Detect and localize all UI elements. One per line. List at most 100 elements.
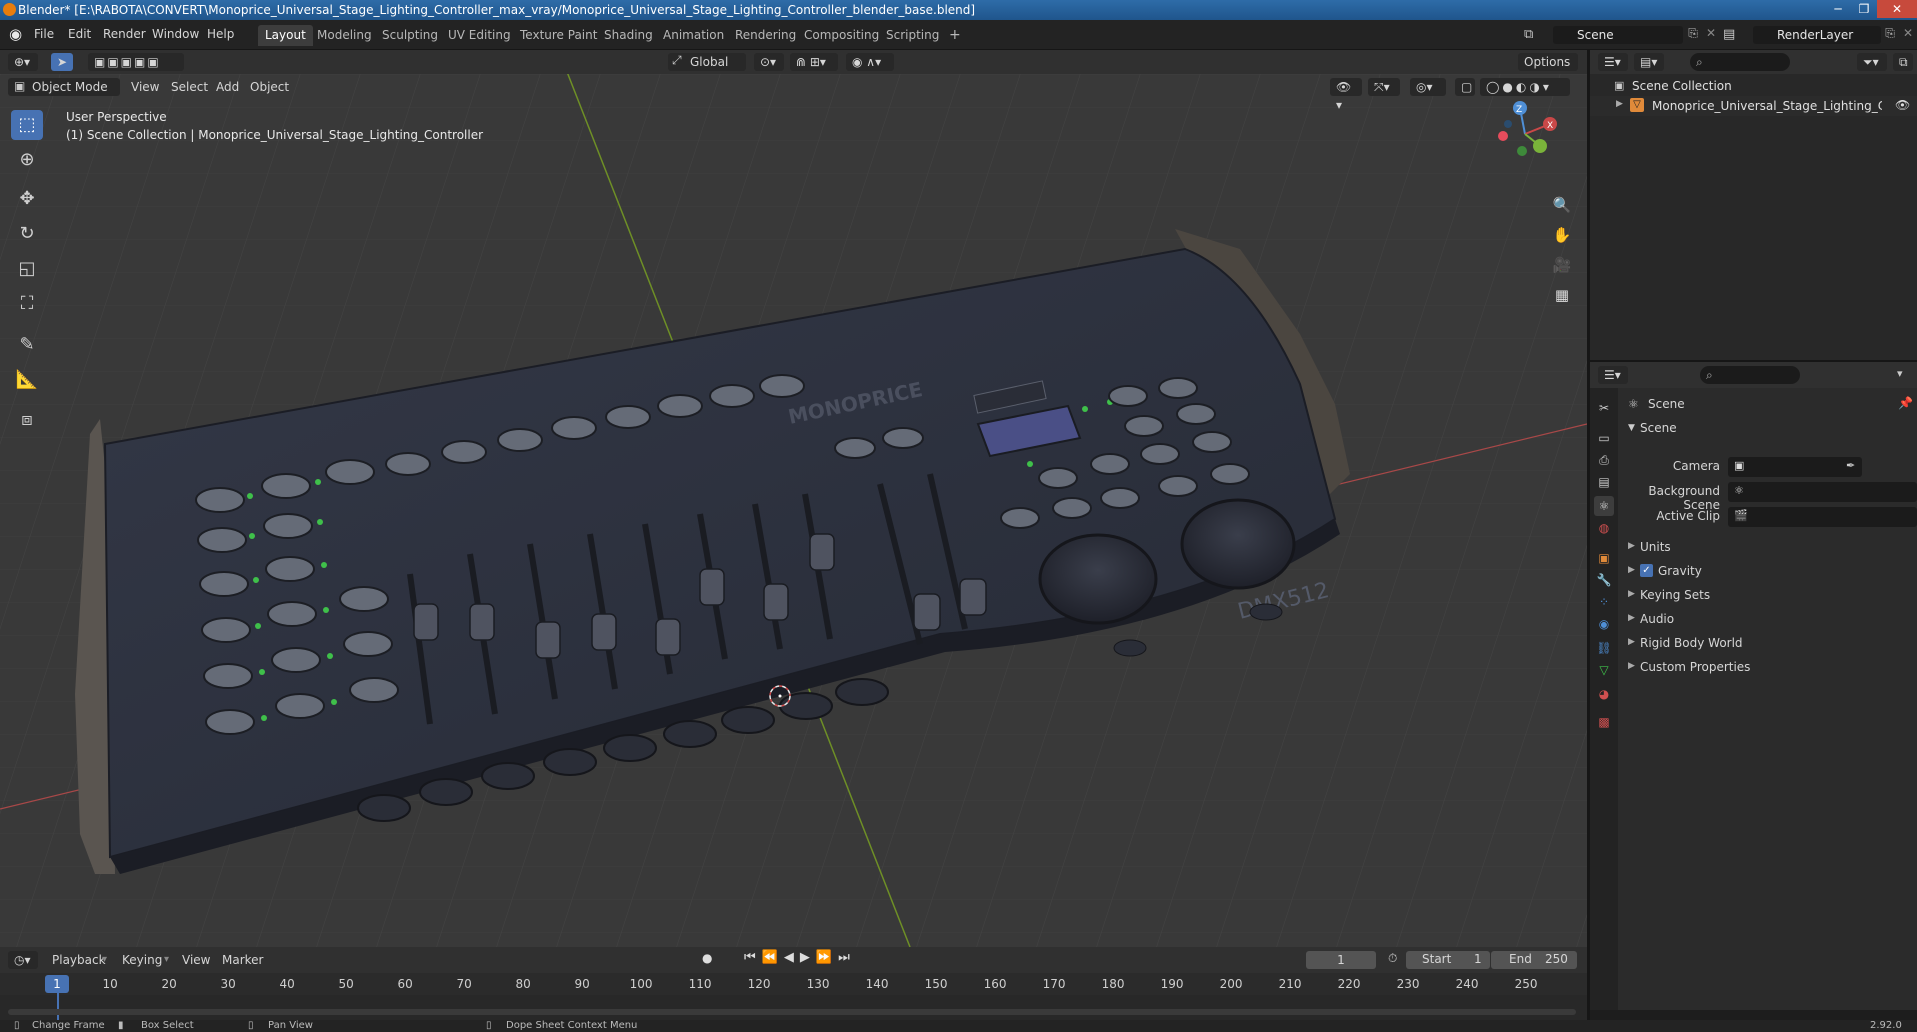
physics-tab-icon[interactable]: ◉ — [1594, 614, 1614, 634]
playhead-frame[interactable]: 1 — [45, 975, 69, 993]
panel-audio[interactable]: ▶ Audio — [1618, 609, 1917, 631]
pin-icon[interactable]: 📌 — [1898, 396, 1913, 410]
gravity-checkbox[interactable]: ✓ — [1640, 564, 1653, 577]
panel-custom-properties[interactable]: ▶ Custom Properties — [1618, 657, 1917, 679]
properties-editor-type-icon[interactable]: ☰▾ — [1598, 366, 1628, 384]
tab-compositing[interactable]: Compositing — [797, 25, 886, 46]
camera-field[interactable]: ▣ ✒ — [1728, 457, 1862, 477]
menu-window[interactable]: Window — [152, 27, 199, 41]
new-collection-icon[interactable]: ⧉ — [1893, 53, 1913, 71]
outliner-row-object[interactable]: ▶ ▽ Monoprice_Universal_Stage_Lighting_C… — [1590, 96, 1917, 116]
constraints-tab-icon[interactable]: ⛓ — [1594, 638, 1614, 658]
snap-icon[interactable]: ⋒ ⊞▾ — [790, 53, 838, 71]
world-tab-icon[interactable]: ◍ — [1594, 518, 1614, 538]
menu-render[interactable]: Render — [103, 27, 146, 41]
panel-units[interactable]: ▶ Units — [1618, 537, 1917, 559]
blender-menu-icon[interactable]: ◉ — [9, 25, 22, 43]
view-layer-tab-icon[interactable]: ▤ — [1594, 472, 1614, 492]
viewport-menu-add[interactable]: Add — [216, 78, 239, 96]
zoom-icon[interactable]: 🔍 — [1549, 192, 1575, 218]
material-tab-icon[interactable]: ◕ — [1594, 684, 1614, 704]
menu-help[interactable]: Help — [207, 27, 234, 41]
properties-search-icon[interactable]: ⌕ — [1700, 366, 1800, 384]
outliner-editor-type-icon[interactable]: ☰▾ — [1598, 53, 1628, 71]
tool-tab-icon[interactable]: ✂ — [1594, 398, 1614, 418]
annotate-tool-icon[interactable]: ✎ — [11, 330, 43, 360]
pan-hand-icon[interactable]: ✋ — [1549, 222, 1575, 248]
tab-animation[interactable]: Animation — [656, 25, 731, 46]
record-icon[interactable]: ● — [702, 951, 712, 965]
timeline-menu-view[interactable]: View — [182, 951, 210, 969]
tab-texture-paint[interactable]: Texture Paint — [513, 25, 604, 46]
outliner-row-scene-collection[interactable]: ▣ Scene Collection — [1590, 76, 1917, 96]
viewport-menu-object[interactable]: Object — [250, 78, 289, 96]
measure-tool-icon[interactable]: 📐 — [11, 365, 43, 395]
gizmo-toggle-icon[interactable]: ⤧▾ — [1368, 78, 1400, 96]
tab-layout[interactable]: Layout — [258, 25, 313, 46]
select-tool-icon[interactable]: ➤ — [51, 53, 73, 71]
selection-mode-icons[interactable]: ▣▣▣▣▣ — [88, 53, 184, 71]
viewport-menu-view[interactable]: View — [131, 78, 159, 96]
panel-rigid-body-world[interactable]: ▶ Rigid Body World — [1618, 633, 1917, 655]
panel-expanded-icon[interactable]: ▼ — [1628, 423, 1635, 433]
move-tool-icon[interactable]: ✥ — [11, 184, 43, 214]
object-tab-icon[interactable]: ▣ — [1594, 548, 1614, 568]
playback-controls[interactable]: ⏮⏪◀▶⏩⏭ — [744, 950, 856, 965]
select-box-tool-icon[interactable]: ⬚ — [11, 110, 43, 140]
left-jog-wheel[interactable] — [1038, 533, 1158, 625]
panel-gravity[interactable]: ▶ ✓ Gravity — [1618, 561, 1917, 583]
new-renderlayer-icon[interactable]: ⎘ — [1881, 26, 1899, 44]
add-workspace-button[interactable]: + — [942, 25, 968, 46]
add-cube-tool-icon[interactable]: ⧈ — [11, 405, 43, 435]
start-frame-field[interactable]: Start 1 — [1406, 951, 1490, 969]
renderlayer-name-field[interactable]: RenderLayer — [1753, 26, 1881, 44]
timeline-menu-marker[interactable]: Marker — [222, 951, 263, 969]
maximize-button[interactable]: ❐ — [1851, 0, 1877, 18]
pivot-point-icon[interactable]: ⊙▾ — [754, 53, 784, 71]
right-jog-wheel[interactable] — [1180, 498, 1296, 590]
rotate-tool-icon[interactable]: ↻ — [11, 219, 43, 249]
overlay-toggle-icon[interactable]: ◎▾ — [1410, 78, 1446, 96]
new-scene-icon[interactable]: ⎘ — [1683, 26, 1703, 44]
background-scene-field[interactable]: ⚛ — [1728, 482, 1917, 502]
camera-view-icon[interactable]: 🎥 — [1549, 252, 1575, 278]
current-frame-field[interactable]: 1 — [1306, 951, 1376, 969]
tab-rendering[interactable]: Rendering — [728, 25, 803, 46]
transform-tool-icon[interactable]: ⛶ — [11, 289, 43, 319]
timeline-editor-type-icon[interactable]: ◷▾ — [8, 951, 38, 969]
scale-tool-icon[interactable]: ◱ — [11, 254, 43, 284]
eye-visibility-icon[interactable]: 👁 — [1895, 98, 1910, 112]
editor-type-icon[interactable]: ⊕▾ — [8, 53, 38, 71]
proportional-edit-icon[interactable]: ◉ ∧▾ — [846, 53, 894, 71]
scene-tab-icon[interactable]: ⚛ — [1594, 496, 1614, 516]
visibility-icon[interactable]: 👁▾ — [1330, 78, 1362, 112]
ortho-toggle-icon[interactable]: ▦ — [1549, 282, 1575, 308]
renderlayer-browse-icon[interactable]: ▤ — [1723, 27, 1753, 43]
data-tab-icon[interactable]: ▽ — [1594, 660, 1614, 680]
expand-arrow-icon[interactable]: ▶ — [1616, 99, 1623, 109]
display-mode-icon[interactable]: ▤▾ — [1634, 53, 1664, 71]
texture-tab-icon[interactable]: ▩ — [1594, 712, 1614, 732]
output-tab-icon[interactable]: ⎙ — [1594, 450, 1614, 470]
render-tab-icon[interactable]: ▭ — [1594, 428, 1614, 448]
3d-viewport[interactable]: MONOPRICE DMX512 Object Mode ▣ View Sele… — [0, 74, 1587, 947]
timeline-menu-playback[interactable]: Playback — [52, 951, 106, 969]
navigation-gizmo[interactable]: Z X — [1480, 94, 1570, 174]
timeline-menu-keying[interactable]: Keying — [122, 951, 162, 969]
tab-sculpting[interactable]: Sculpting — [375, 25, 445, 46]
menu-file[interactable]: File — [34, 27, 54, 41]
scene-panel-title[interactable]: Scene — [1640, 421, 1677, 435]
eyedropper-icon[interactable]: ✒ — [1846, 459, 1855, 472]
tab-uv-editing[interactable]: UV Editing — [441, 25, 518, 46]
scene-name-field[interactable]: Scene — [1553, 26, 1683, 44]
active-clip-field[interactable]: 🎬 — [1728, 507, 1917, 527]
options-button[interactable]: Options — [1518, 53, 1578, 71]
particles-tab-icon[interactable]: ⁘ — [1594, 592, 1614, 612]
blackout-button[interactable] — [1249, 603, 1283, 621]
end-frame-field[interactable]: End 250 — [1491, 951, 1577, 969]
timeline-body[interactable]: 1 10 20 30 40 50 60 70 80 90 100 110 120 130 140 150 16… — [0, 973, 1587, 1020]
scene-browse-icon[interactable]: ⧉ — [1524, 27, 1542, 43]
xray-icon[interactable]: ▢ — [1455, 78, 1475, 96]
modifiers-tab-icon[interactable]: 🔧 — [1594, 570, 1614, 590]
delete-renderlayer-icon[interactable]: ✕ — [1900, 26, 1916, 44]
